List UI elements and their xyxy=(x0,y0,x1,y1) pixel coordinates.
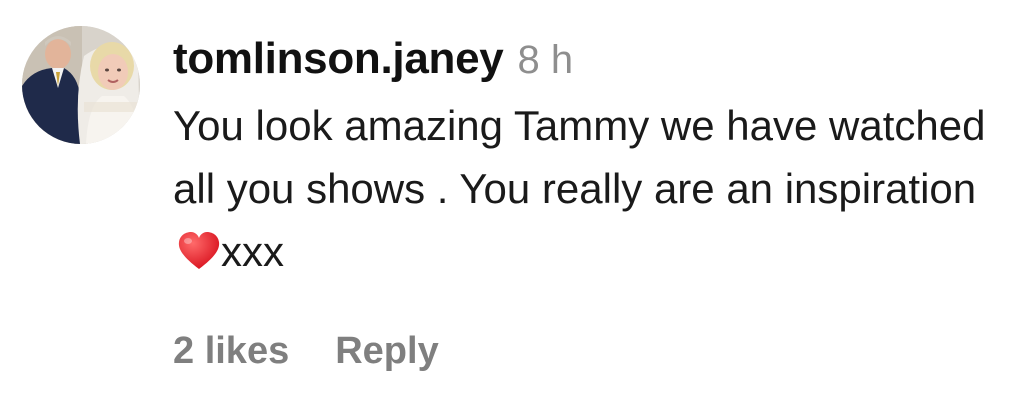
avatar[interactable] xyxy=(22,26,140,144)
reply-button[interactable]: Reply xyxy=(335,330,438,373)
comment-header: tomlinson.janey 8 h xyxy=(173,34,1003,92)
comment-text: You look amazing Tammy we have watched a… xyxy=(173,94,1003,283)
comment-text-tail: xxx xyxy=(221,228,284,275)
likes-count[interactable]: 2 likes xyxy=(173,330,289,373)
comment-body: tomlinson.janey 8 h You look amazing Tam… xyxy=(173,34,1003,283)
comment-text-main: You look amazing Tammy we have watched a… xyxy=(173,102,986,212)
username-link[interactable]: tomlinson.janey xyxy=(173,34,504,84)
red-heart-icon xyxy=(178,232,220,269)
comment: tomlinson.janey 8 h You look amazing Tam… xyxy=(0,0,1024,414)
avatar-photo xyxy=(22,26,140,144)
comment-actions: 2 likes Reply xyxy=(173,330,439,373)
timestamp: 8 h xyxy=(517,38,574,82)
